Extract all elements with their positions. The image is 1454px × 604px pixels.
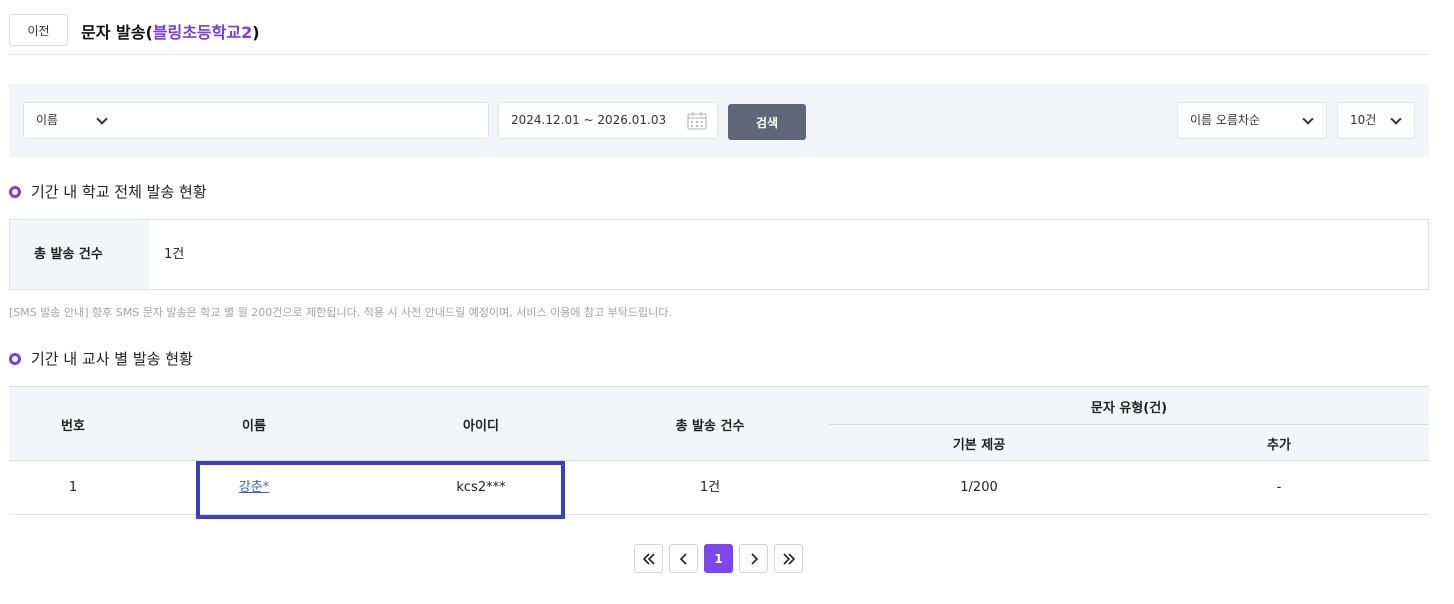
- page-size-select[interactable]: 10건: [1337, 102, 1415, 139]
- chevron-right-icon: [750, 552, 758, 565]
- header-id: 아이디: [463, 419, 499, 434]
- page-button-current[interactable]: 1: [704, 544, 733, 573]
- last-page-button[interactable]: [774, 544, 803, 573]
- double-chevron-left-icon: [642, 552, 655, 565]
- total-sent-label: 총 발송 건수: [10, 220, 150, 289]
- page-size-value: 10건: [1350, 113, 1377, 127]
- chevron-down-icon: [1390, 113, 1402, 125]
- school-summary-title-text: 기간 내 학교 전체 발송 현황: [31, 183, 207, 201]
- bullet-icon: [9, 186, 21, 198]
- teacher-summary-title: 기간 내 교사 별 발송 현황: [9, 348, 193, 369]
- sort-select[interactable]: 이름 오름차순: [1177, 102, 1327, 139]
- header-name: 이름: [242, 419, 266, 434]
- header-no: 번호: [61, 419, 85, 434]
- highlight-box: [196, 461, 565, 519]
- sort-value: 이름 오름차순: [1190, 113, 1261, 127]
- header-extra: 추가: [1267, 438, 1291, 453]
- header-basic: 기본 제공: [952, 438, 1006, 453]
- back-button[interactable]: 이전: [9, 14, 68, 46]
- page-header: 이전 문자 발송(블링초등학교2): [9, 0, 1429, 55]
- cell-extra: -: [1276, 480, 1282, 495]
- header-type-group: 문자 유형(건): [1090, 401, 1168, 416]
- title-prefix: 문자 발송(: [81, 23, 153, 42]
- first-page-button[interactable]: [634, 544, 663, 573]
- school-summary-table: 총 발송 건수 1건: [9, 219, 1429, 290]
- page-title: 문자 발송(블링초등학교2): [81, 19, 260, 43]
- filter-bar: 이름 2024.12.01 ~ 2026.01.03 검색 이름 오름차순 10…: [9, 84, 1429, 157]
- header-total: 총 발송 건수: [675, 419, 745, 434]
- table-header: 번호 이름 아이디 총 발송 건수 문자 유형(건) 기본 제공 추가: [9, 386, 1429, 461]
- total-sent-value: 1건: [164, 247, 185, 262]
- next-page-button[interactable]: [739, 544, 768, 573]
- school-name: 블링초등학교2: [152, 23, 253, 42]
- search-type-select[interactable]: 이름: [36, 113, 58, 127]
- date-range-value: 2024.12.01 ~ 2026.01.03: [511, 113, 667, 127]
- school-summary-title: 기간 내 학교 전체 발송 현황: [9, 181, 207, 202]
- teacher-summary-title-text: 기간 내 교사 별 발송 현황: [31, 350, 193, 368]
- sms-notice: [SMS 발송 안내] 향후 SMS 문자 발송은 학교 별 월 200건으로 …: [9, 306, 672, 319]
- prev-page-button[interactable]: [669, 544, 698, 573]
- chevron-left-icon: [679, 552, 687, 565]
- pagination: 1: [634, 544, 803, 574]
- bullet-icon: [9, 353, 21, 365]
- calendar-icon[interactable]: [687, 111, 707, 130]
- search-field[interactable]: 이름: [23, 102, 489, 139]
- search-input[interactable]: [124, 103, 474, 138]
- title-suffix: ): [252, 23, 260, 42]
- cell-no: 1: [68, 480, 78, 495]
- cell-total: 1건: [699, 480, 721, 495]
- search-button[interactable]: 검색: [728, 104, 806, 140]
- date-range-field[interactable]: 2024.12.01 ~ 2026.01.03: [498, 102, 718, 139]
- chevron-down-icon: [1302, 113, 1314, 125]
- header-divider: [829, 424, 1429, 425]
- double-chevron-right-icon: [782, 552, 795, 565]
- chevron-down-icon: [96, 113, 108, 125]
- cell-basic: 1/200: [960, 480, 998, 495]
